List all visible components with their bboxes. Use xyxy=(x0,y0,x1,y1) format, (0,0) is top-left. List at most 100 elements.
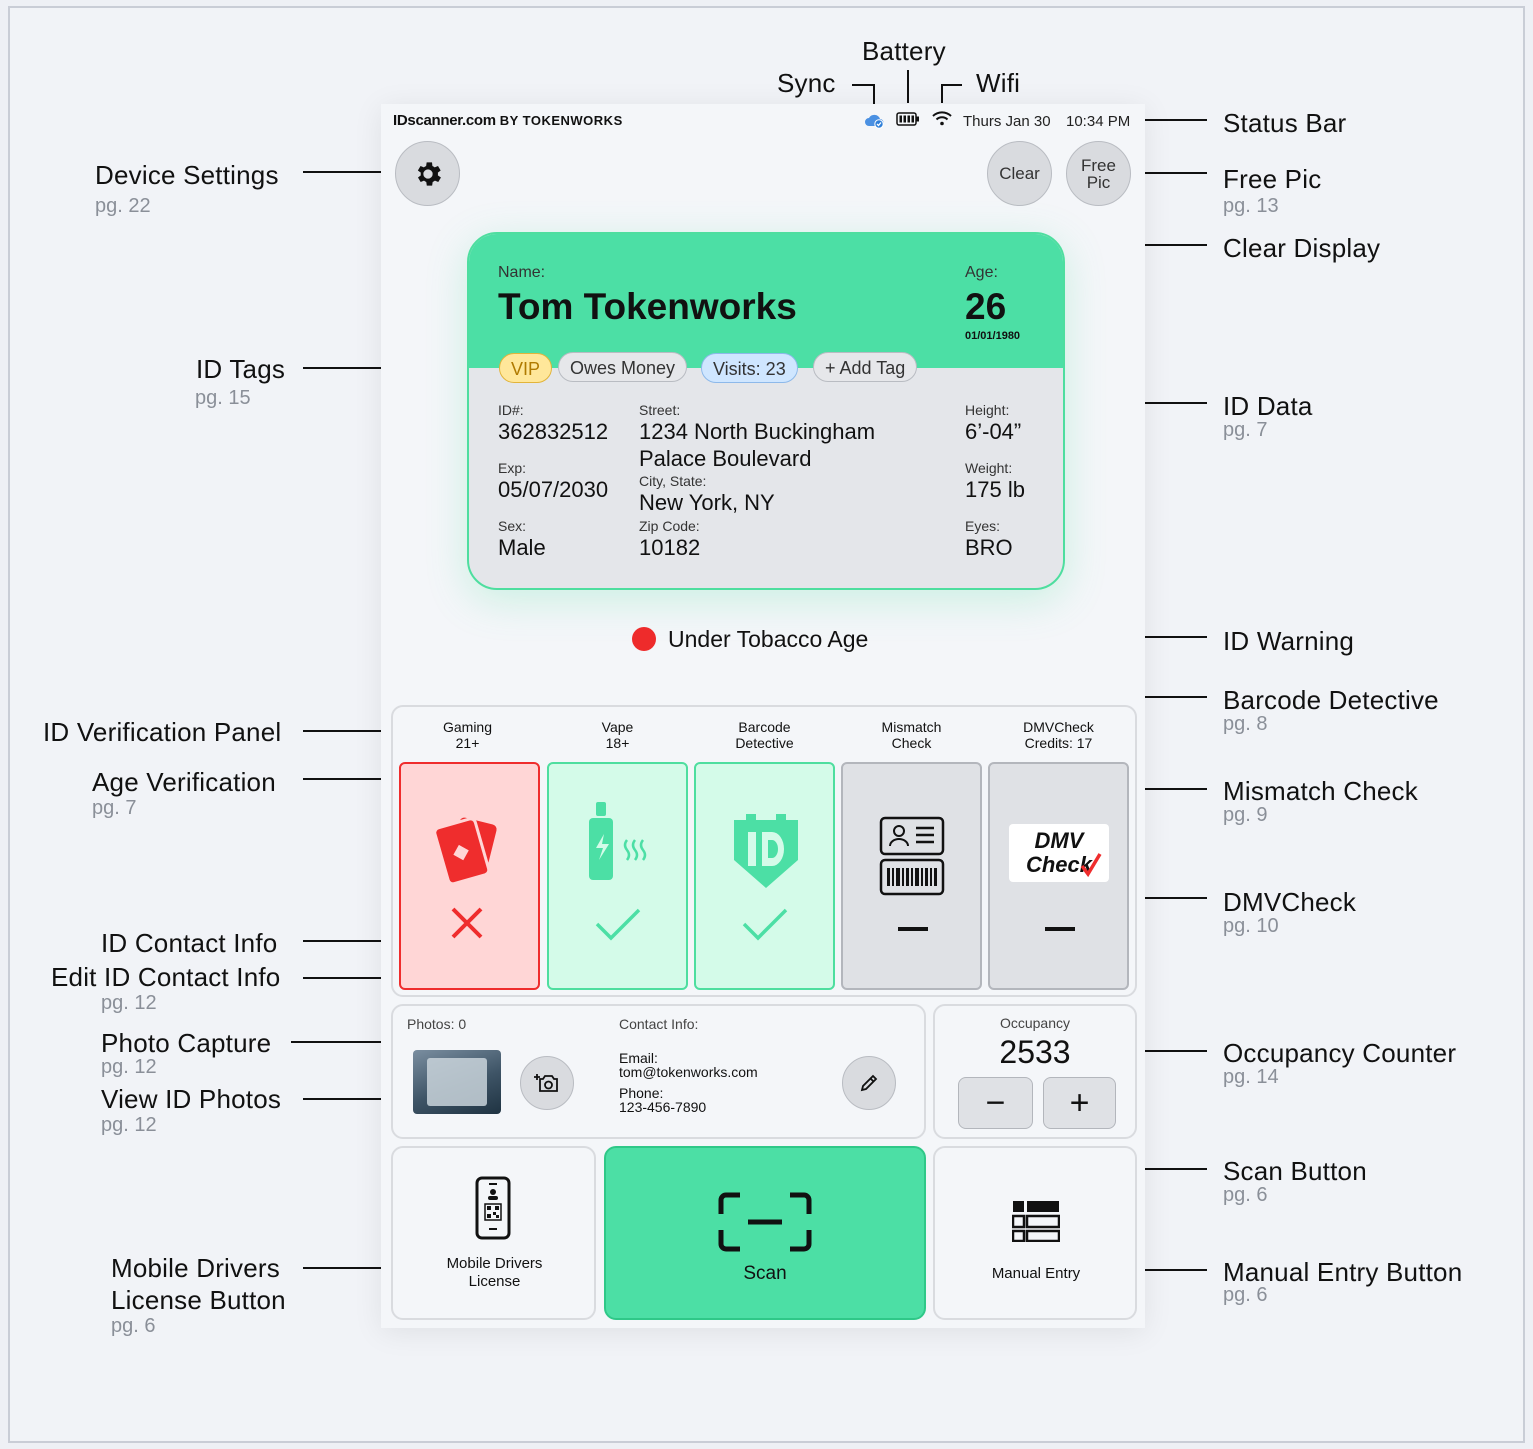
id-data-annotation: ID Data xyxy=(1223,391,1313,421)
id-name: Tom Tokenworks xyxy=(498,286,797,327)
manual-entry-annotation: Manual Entry Button xyxy=(1223,1257,1463,1287)
email-value: tom@tokenworks.com xyxy=(619,1064,758,1080)
device-settings-page: pg. 22 xyxy=(95,195,151,217)
wifi-annotation: Wifi xyxy=(976,68,1021,98)
tag-vip[interactable]: VIP xyxy=(499,353,553,383)
mismatch-check-tile[interactable] xyxy=(841,762,982,990)
clear-button[interactable]: Clear xyxy=(987,141,1052,206)
free-pic-button[interactable]: Free Pic xyxy=(1066,141,1131,206)
neutral-dash-icon xyxy=(898,927,928,931)
weight-label: Weight: xyxy=(965,460,1013,476)
vape-header-line1: Vape xyxy=(601,719,634,735)
free-pic-label-line1: Free xyxy=(1081,155,1116,175)
id-contact-info-annotation: ID Contact Info xyxy=(101,928,278,958)
sex-value: Male xyxy=(498,535,546,560)
status-date: Thurs Jan 30 xyxy=(963,113,1051,130)
barcode-detective-annotation: Barcode Detective xyxy=(1223,685,1439,715)
settings-button[interactable] xyxy=(395,141,460,206)
brand-name: IDscanner.com xyxy=(393,112,496,129)
occupancy-label: Occupancy xyxy=(999,1015,1071,1031)
id-verification-panel-annotation: ID Verification Panel xyxy=(43,717,282,747)
occupancy-increment-button[interactable]: + xyxy=(1043,1077,1116,1129)
street-line1: 1234 North Buckingham xyxy=(639,419,876,444)
vape-verification-tile[interactable] xyxy=(547,762,688,990)
age-label: Age: xyxy=(965,264,998,281)
eyes-value: BRO xyxy=(965,535,1013,560)
barcode-detective-tile[interactable] xyxy=(694,762,835,990)
height-label: Height: xyxy=(965,402,1010,418)
tag-visits[interactable]: Visits: 23 xyxy=(701,353,798,383)
photos-count: Photos: 0 xyxy=(407,1016,467,1032)
device-screen: IDscanner.com BY TOKENWORKS Thurs Jan 30… xyxy=(381,104,1145,1328)
id-number-label: ID#: xyxy=(498,402,524,418)
exp-value: 05/07/2030 xyxy=(498,477,609,502)
mobile-dl-label-line1: Mobile Drivers xyxy=(446,1255,543,1272)
mobile-dl-page: pg. 6 xyxy=(111,1315,156,1337)
dmvcheck-header-line1: DMVCheck xyxy=(1023,719,1094,735)
mismatch-check-page: pg. 9 xyxy=(1223,804,1268,826)
mismatch-header-line1: Mismatch xyxy=(881,719,942,735)
id-warning-annotation: ID Warning xyxy=(1223,626,1355,656)
edit-id-contact-info-page: pg. 12 xyxy=(101,992,157,1014)
eyes-label: Eyes: xyxy=(965,518,1001,534)
city-value: New York, NY xyxy=(639,490,775,515)
contact-info: Email: tom@tokenworks.com Phone: 123-456… xyxy=(619,1051,758,1114)
dmvcheck-tile[interactable]: DMV Check xyxy=(988,762,1129,990)
mismatch-header-line2: Check xyxy=(891,735,932,751)
manual-entry-list-icon xyxy=(1012,1201,1060,1242)
id-data-card: Name: Tom Tokenworks Age: 26 01/01/1980 … xyxy=(467,232,1065,590)
email-label: Email: xyxy=(619,1050,658,1066)
view-id-photos-annotation: View ID Photos xyxy=(101,1084,282,1114)
mismatch-check-annotation: Mismatch Check xyxy=(1223,776,1418,806)
manual-entry-button[interactable]: Manual Entry xyxy=(933,1146,1137,1320)
battery-icon xyxy=(896,112,919,126)
neutral-dash-icon xyxy=(1045,927,1075,931)
phone-label: Phone: xyxy=(619,1085,664,1101)
free-pic-label-line2: Pic xyxy=(1086,172,1111,192)
mobile-dl-button[interactable]: Mobile Drivers License xyxy=(391,1146,596,1320)
warning-dot-icon xyxy=(632,627,656,651)
manual-entry-page: pg. 6 xyxy=(1223,1284,1268,1306)
zip-label: Zip Code: xyxy=(639,518,700,534)
vape-icon xyxy=(589,802,647,941)
gaming-header: Gaming 21+ xyxy=(397,719,538,751)
manual-entry-label: Manual Entry xyxy=(991,1265,1081,1282)
contact-info-label: Contact Info: xyxy=(619,1016,699,1032)
wifi-icon xyxy=(932,111,952,126)
gaming-verification-tile[interactable] xyxy=(399,762,540,990)
mobile-dl-annotation-line2: License Button xyxy=(111,1285,286,1315)
mobile-dl-label: Mobile Drivers License xyxy=(393,1255,596,1291)
zip-value: 10182 xyxy=(639,535,701,560)
id-photo-thumbnail[interactable] xyxy=(413,1050,501,1114)
id-data-page: pg. 7 xyxy=(1223,419,1268,441)
sex-label: Sex: xyxy=(498,518,527,534)
dmvcheck-page: pg. 10 xyxy=(1223,915,1279,937)
free-pic-annotation: Free Pic xyxy=(1223,164,1322,194)
barcode-header-line1: Barcode xyxy=(738,719,791,735)
id-tags-annotation: ID Tags xyxy=(196,354,286,384)
photo-capture-annotation: Photo Capture xyxy=(101,1028,272,1058)
id-tags-page: pg. 15 xyxy=(195,387,251,409)
camera-add-icon xyxy=(534,1074,558,1092)
dmvcheck-header: DMVCheck Credits: 17 xyxy=(988,719,1129,751)
scan-button[interactable]: Scan xyxy=(604,1146,926,1320)
id-shield-icon xyxy=(734,814,798,941)
pass-check-icon xyxy=(742,908,788,941)
tag-owes-money[interactable]: Owes Money xyxy=(558,352,688,382)
free-pic-page: pg. 13 xyxy=(1223,195,1279,217)
edit-contact-button[interactable] xyxy=(842,1056,896,1110)
photo-capture-button[interactable] xyxy=(520,1056,574,1110)
age-verification-page: pg. 7 xyxy=(92,797,137,819)
edit-id-contact-info-annotation: Edit ID Contact Info xyxy=(51,962,281,992)
mismatch-id-barcode-icon xyxy=(879,816,945,931)
status-time: 10:34 PM xyxy=(1066,113,1131,130)
occupancy-decrement-button[interactable]: − xyxy=(958,1077,1033,1129)
gear-icon xyxy=(417,161,441,186)
exp-label: Exp: xyxy=(498,460,527,476)
phone-value: 123-456-7890 xyxy=(619,1099,707,1115)
add-tag-button[interactable]: + Add Tag xyxy=(813,352,918,382)
id-age: 26 xyxy=(965,286,1007,327)
gaming-header-line1: Gaming xyxy=(442,719,493,735)
street-label: Street: xyxy=(639,402,681,418)
occupancy-value: 2533 xyxy=(999,1034,1071,1070)
